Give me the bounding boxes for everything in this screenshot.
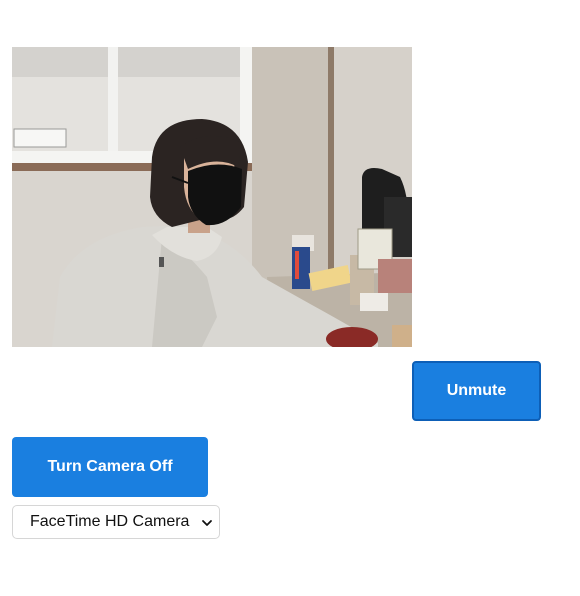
unmute-button[interactable]: Unmute [412, 361, 541, 421]
camera-preview [12, 47, 412, 347]
chevron-down-icon [202, 520, 212, 526]
camera-feed-image [12, 47, 412, 347]
camera-source-select[interactable]: FaceTime HD Camera [12, 505, 220, 539]
toggle-camera-button[interactable]: Turn Camera Off [12, 437, 208, 497]
video-call-page: Unmute Turn Camera Off FaceTime HD Camer… [0, 0, 580, 596]
camera-select-value: FaceTime HD Camera [30, 513, 190, 530]
